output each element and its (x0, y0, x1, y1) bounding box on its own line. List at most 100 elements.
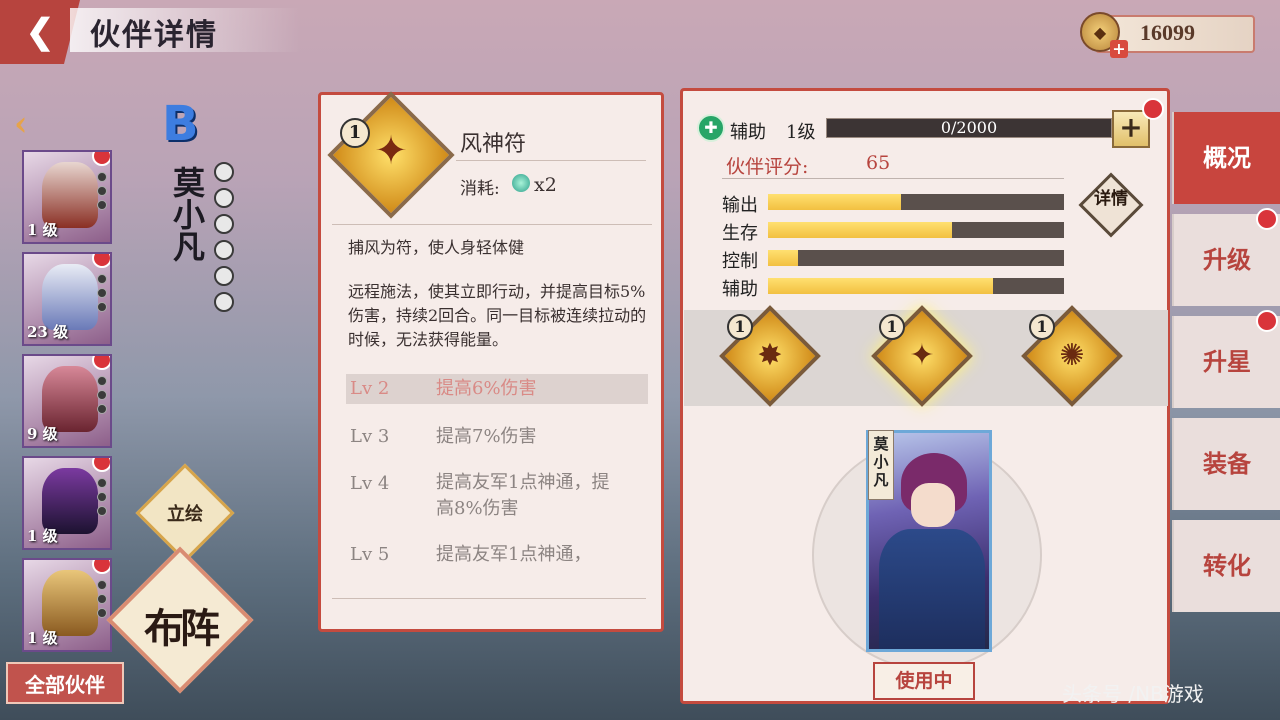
skill-flavor-text: 捕风为符，使人身轻体健 (348, 238, 525, 257)
star-slot-icon (214, 162, 234, 182)
star-pip (97, 376, 107, 386)
rank-badge: B (162, 96, 199, 152)
partner-level: 1 级 (27, 527, 58, 545)
partner-card[interactable]: 1 级 (22, 558, 112, 652)
skill-level-badge: 1 (340, 118, 370, 148)
partner-card[interactable]: 1 级 (22, 456, 112, 550)
tab-transform[interactable]: 转化 (1172, 520, 1280, 612)
notification-dot (92, 152, 110, 166)
attr-bar-fill (768, 194, 902, 210)
star-pip (97, 302, 107, 312)
divider (332, 598, 646, 599)
attr-bar (768, 250, 1064, 266)
exp-text: 0/2000 (940, 118, 998, 137)
skill-level-label: Lv 5 (350, 544, 390, 562)
divider (456, 160, 646, 161)
chevron-left-icon: ❮ (25, 12, 55, 52)
notification-dot (92, 254, 110, 268)
skill-level-badge: 1 (727, 314, 753, 340)
character-name-tag: 莫小凡 (868, 430, 894, 500)
attr-label: 输出 (722, 195, 758, 216)
detail-label[interactable]: 详情 (1086, 190, 1136, 209)
role-label: 辅助 (730, 122, 766, 143)
partner-level: 1 级 (27, 221, 58, 239)
notification-dot (1256, 310, 1278, 332)
star-slot-icon (214, 240, 234, 260)
hero-name: 莫小凡 (168, 166, 206, 262)
attr-bar-fill (768, 278, 993, 294)
partner-level: 23 级 (27, 323, 69, 341)
star-pip (97, 288, 107, 298)
in-use-button[interactable]: 使用中 (873, 662, 975, 700)
skill-level-badge: 1 (1029, 314, 1055, 340)
attr-bar (768, 278, 1064, 294)
attr-bar (768, 194, 1064, 210)
attr-bar (768, 222, 1064, 238)
add-currency-button[interactable]: + (1110, 40, 1128, 58)
star-pip (97, 506, 107, 516)
partner-level: 1 级 (27, 629, 58, 647)
skill-cost-label: 消耗: (460, 179, 500, 199)
illustration-label[interactable]: 立绘 (150, 500, 220, 526)
energy-gem-icon (512, 174, 530, 192)
skill-figure-icon: ✦ (909, 338, 935, 373)
attr-bar-fill (768, 250, 798, 266)
notification-dot (1142, 98, 1164, 120)
star-slot-icon (214, 292, 234, 312)
star-pip (97, 390, 107, 400)
star-pip (97, 172, 107, 182)
star-slot-icon (214, 188, 234, 208)
scroll-up-icon[interactable]: ‹ (14, 106, 50, 142)
notification-dot (92, 458, 110, 472)
score-label: 伙伴评分: (726, 156, 809, 178)
attr-label: 控制 (722, 251, 758, 272)
partner-card[interactable]: 23 级 (22, 252, 112, 346)
star-pip (97, 492, 107, 502)
star-pip (97, 186, 107, 196)
notification-dot (1256, 208, 1278, 230)
skill-description: 远程施法，使其立即行动，并提高目标5%伤害，持续2回合。同一目标被连续拉动的时候… (348, 282, 647, 349)
partner-level-text: 1级 (786, 122, 816, 143)
star-slot-icon (214, 214, 234, 234)
star-pip (97, 580, 107, 590)
character-body (879, 529, 985, 649)
skill-level-effect: 提高7%伤害 (436, 426, 537, 447)
character-face (911, 483, 955, 527)
support-role-icon: ✚ (697, 114, 725, 142)
divider (722, 178, 1064, 179)
star-pip (97, 608, 107, 618)
skill-level-effect: 提高友军1点神通，提高8%伤害 (436, 472, 610, 519)
divider (332, 224, 652, 225)
skill-level-label: Lv 4 (350, 473, 390, 494)
attr-bar-fill (768, 222, 952, 238)
skill-level-label: Lv 2 (350, 378, 390, 399)
notification-dot (92, 560, 110, 574)
skill-level-badge: 1 (879, 314, 905, 340)
partner-level: 9 级 (27, 425, 58, 443)
notification-dot (92, 356, 110, 370)
skill-level-effect: 提高6%伤害 (436, 378, 537, 399)
star-pip (97, 594, 107, 604)
skill-level-label: Lv 3 (350, 426, 390, 447)
all-partners-button[interactable]: 全部伙伴 (6, 662, 124, 704)
tab-equipment[interactable]: 装备 (1172, 418, 1280, 510)
skill-name: 风神符 (460, 132, 527, 157)
score-value: 65 (866, 152, 891, 174)
skill-group-icon: ✺ (1059, 338, 1085, 373)
skill-level-effect: 提高友军1点神通， (436, 544, 592, 562)
attr-label: 辅助 (722, 279, 758, 300)
attr-label: 生存 (722, 223, 758, 244)
star-pip (97, 274, 107, 284)
back-button[interactable]: ❮ (0, 0, 80, 64)
currency-value: 16099 (1140, 20, 1195, 45)
watermark-text: 头条号 /NB游戏 (1062, 682, 1204, 706)
star-slot-icon (214, 266, 234, 286)
partner-card[interactable]: 9 级 (22, 354, 112, 448)
tab-overview[interactable]: 概况 (1172, 112, 1280, 204)
skill-talisman-icon: ✸ (757, 338, 783, 373)
formation-label[interactable]: 布阵 (130, 596, 230, 654)
partner-card[interactable]: 1 级 (22, 150, 112, 244)
skill-cost-value: x2 (534, 174, 557, 196)
star-pip (97, 200, 107, 210)
star-pip (97, 478, 107, 488)
